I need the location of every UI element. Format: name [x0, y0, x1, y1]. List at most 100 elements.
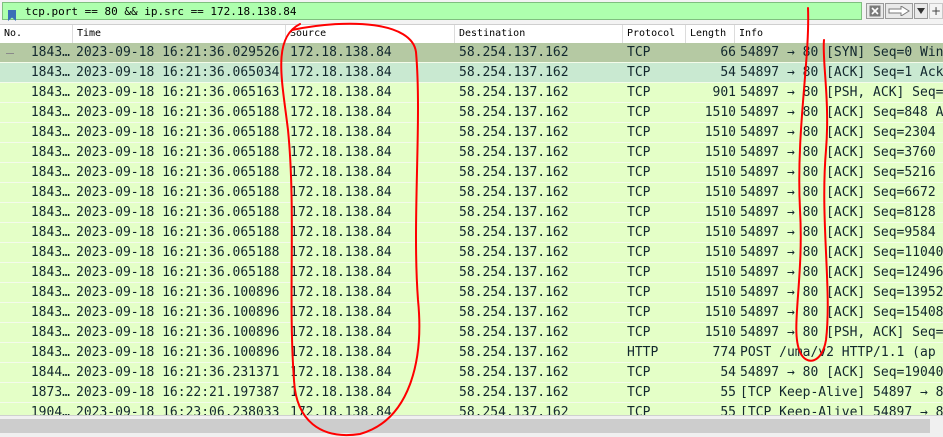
column-header-destination[interactable]: Destination	[455, 25, 623, 43]
packet-source: 172.18.138.84	[290, 185, 392, 200]
packet-destination: 58.254.137.162	[459, 105, 569, 120]
packet-length: 1510	[704, 125, 736, 140]
packet-list[interactable]: 1843… 2023-09-18 16:21:36.029526 172.18.13…	[0, 43, 943, 415]
column-header-source[interactable]: Source	[286, 25, 455, 43]
packet-source: 172.18.138.84	[290, 305, 392, 320]
packet-row[interactable]: 1843… 2023-09-18 16:21:36.065188 172.18.13…	[0, 203, 943, 223]
packet-protocol: TCP	[627, 245, 651, 260]
packet-destination: 58.254.137.162	[459, 45, 569, 60]
column-header-protocol[interactable]: Protocol	[623, 25, 686, 43]
clear-filter-button[interactable]	[866, 3, 884, 19]
packet-length: 1510	[704, 225, 736, 240]
packet-source: 172.18.138.84	[290, 245, 392, 260]
column-header-no[interactable]: No.	[0, 25, 73, 43]
packet-row[interactable]: 1843… 2023-09-18 16:21:36.065034 172.18.13…	[0, 63, 943, 83]
packet-no: 1843…	[30, 265, 70, 280]
packet-row[interactable]: 1843… 2023-09-18 16:21:36.100896 172.18.13…	[0, 303, 943, 323]
packet-protocol: TCP	[627, 325, 651, 340]
packet-protocol: TCP	[627, 265, 651, 280]
packet-row[interactable]: 1843… 2023-09-18 16:21:36.065163 172.18.13…	[0, 83, 943, 103]
packet-info: 54897 → 80 [ACK] Seq=8128	[740, 205, 936, 220]
packet-time: 2023-09-18 16:21:36.065188	[76, 245, 280, 260]
column-header-time[interactable]: Time	[73, 25, 286, 43]
packet-no: 1843…	[30, 345, 70, 360]
packet-row[interactable]: 1904… 2023-09-18 16:23:06.238033 172.18.13…	[0, 403, 943, 415]
packet-protocol: TCP	[627, 125, 651, 140]
packet-no: 1843…	[30, 85, 70, 100]
filter-history-dropdown[interactable]	[914, 3, 928, 19]
packet-no: 1843…	[30, 225, 70, 240]
packet-row[interactable]: 1843… 2023-09-18 16:21:36.065188 172.18.13…	[0, 163, 943, 183]
packet-destination: 58.254.137.162	[459, 385, 569, 400]
packet-row[interactable]: 1843… 2023-09-18 16:21:36.065188 172.18.13…	[0, 263, 943, 283]
packet-time: 2023-09-18 16:21:36.065188	[76, 265, 280, 280]
packet-time: 2023-09-18 16:21:36.065188	[76, 145, 280, 160]
packet-row[interactable]: 1843… 2023-09-18 16:21:36.065188 172.18.13…	[0, 243, 943, 263]
packet-no: 1843…	[30, 245, 70, 260]
packet-length: 66	[720, 45, 736, 60]
packet-protocol: TCP	[627, 365, 651, 380]
packet-destination: 58.254.137.162	[459, 365, 569, 380]
packet-row[interactable]: 1843… 2023-09-18 16:21:36.100896 172.18.13…	[0, 343, 943, 363]
column-header-info[interactable]: Info	[735, 25, 943, 43]
packet-no: 1873…	[30, 385, 70, 400]
packet-protocol: TCP	[627, 305, 651, 320]
packet-row[interactable]: 1843… 2023-09-18 16:21:36.065188 172.18.13…	[0, 103, 943, 123]
packet-length: 54	[720, 65, 736, 80]
packet-length: 1510	[704, 165, 736, 180]
add-filter-button[interactable]: +	[929, 3, 943, 19]
packet-no: 1843…	[30, 145, 70, 160]
bookmark-icon[interactable]	[7, 6, 17, 21]
horizontal-scrollbar[interactable]	[0, 415, 943, 437]
packet-protocol: TCP	[627, 405, 651, 415]
packet-time: 2023-09-18 16:21:36.065188	[76, 185, 280, 200]
packet-time: 2023-09-18 16:21:36.065188	[76, 165, 280, 180]
packet-source: 172.18.138.84	[290, 345, 392, 360]
packet-list-header: No. Time Source Destination Protocol Len…	[0, 25, 943, 44]
packet-source: 172.18.138.84	[290, 125, 392, 140]
packet-no: 1843…	[30, 205, 70, 220]
packet-info: 54897 → 80 [ACK] Seq=1 Ack	[740, 65, 943, 80]
packet-source: 172.18.138.84	[290, 205, 392, 220]
packet-row[interactable]: 1844… 2023-09-18 16:21:36.231371 172.18.13…	[0, 363, 943, 383]
packet-info: 54897 → 80 [ACK] Seq=9584	[740, 225, 936, 240]
plus-icon: +	[930, 4, 942, 18]
packet-row[interactable]: 1843… 2023-09-18 16:21:36.029526 172.18.13…	[0, 43, 943, 63]
packet-source: 172.18.138.84	[290, 385, 392, 400]
close-icon	[869, 5, 881, 17]
packet-row[interactable]: 1873… 2023-09-18 16:22:21.197387 172.18.13…	[0, 383, 943, 403]
packet-destination: 58.254.137.162	[459, 325, 569, 340]
packet-row[interactable]: 1843… 2023-09-18 16:21:36.065188 172.18.13…	[0, 223, 943, 243]
packet-protocol: TCP	[627, 285, 651, 300]
filter-expression[interactable]: tcp.port == 80 && ip.src == 172.18.138.8…	[25, 4, 297, 19]
apply-filter-button[interactable]	[885, 3, 913, 19]
scrollbar-thumb[interactable]	[0, 419, 930, 433]
packet-time: 2023-09-18 16:21:36.029526	[76, 45, 280, 60]
packet-row[interactable]: 1843… 2023-09-18 16:21:36.100896 172.18.13…	[0, 323, 943, 343]
column-header-length[interactable]: Length	[686, 25, 735, 43]
packet-row[interactable]: 1843… 2023-09-18 16:21:36.065188 172.18.13…	[0, 123, 943, 143]
display-filter-input[interactable]: tcp.port == 80 && ip.src == 172.18.138.8…	[2, 2, 862, 21]
packet-no: 1843…	[30, 45, 70, 60]
packet-info: 54897 → 80 [SYN] Seq=0 Win	[740, 45, 943, 60]
packet-info: [TCP Keep-Alive] 54897 → 80	[740, 385, 943, 400]
packet-protocol: TCP	[627, 185, 651, 200]
packet-no: 1843…	[30, 165, 70, 180]
packet-no: 1843…	[30, 325, 70, 340]
packet-info: 54897 → 80 [ACK] Seq=12496	[740, 265, 943, 280]
packet-protocol: TCP	[627, 65, 651, 80]
packet-source: 172.18.138.84	[290, 105, 392, 120]
packet-row[interactable]: 1843… 2023-09-18 16:21:36.065188 172.18.13…	[0, 183, 943, 203]
packet-row[interactable]: 1843… 2023-09-18 16:21:36.100896 172.18.13…	[0, 283, 943, 303]
packet-row[interactable]: 1843… 2023-09-18 16:21:36.065188 172.18.13…	[0, 143, 943, 163]
packet-length: 1510	[704, 325, 736, 340]
packet-destination: 58.254.137.162	[459, 285, 569, 300]
packet-no: 1843…	[30, 65, 70, 80]
arrow-right-icon	[888, 6, 910, 16]
packet-source: 172.18.138.84	[290, 65, 392, 80]
packet-length: 55	[720, 405, 736, 415]
packet-protocol: TCP	[627, 105, 651, 120]
packet-source: 172.18.138.84	[290, 325, 392, 340]
packet-info: 54897 → 80 [ACK] Seq=6672	[740, 185, 936, 200]
packet-source: 172.18.138.84	[290, 45, 392, 60]
